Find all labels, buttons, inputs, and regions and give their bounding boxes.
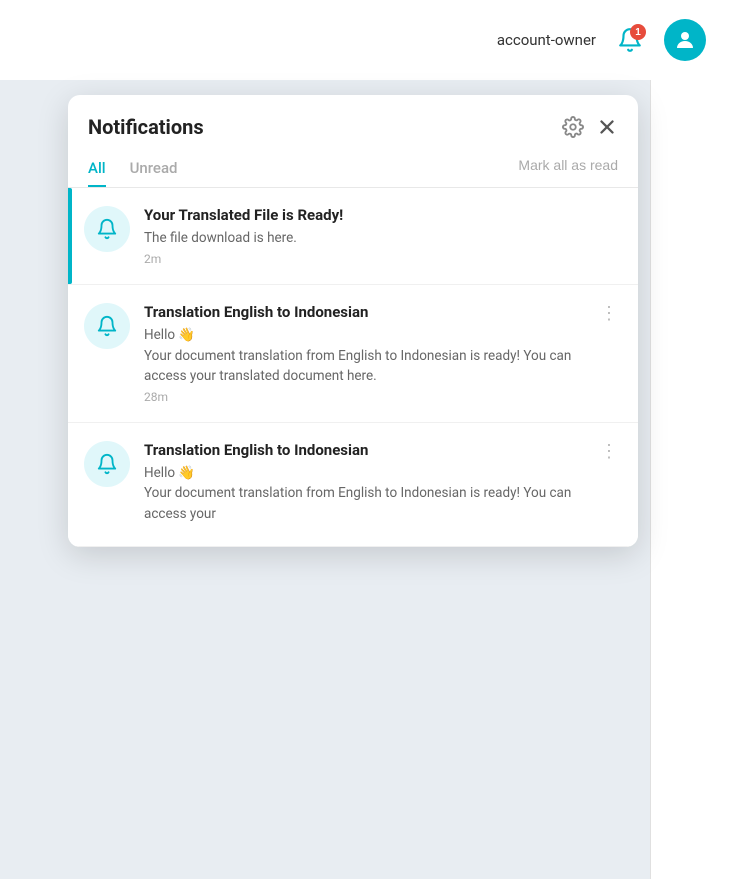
notif-title: Translation English to Indonesian [144, 441, 596, 459]
notif-icon-wrap [84, 303, 130, 349]
tab-unread[interactable]: Unread [130, 151, 178, 187]
notif-body: Hello 👋Your document translation from En… [144, 325, 596, 386]
notif-icon-wrap [84, 441, 130, 487]
bell-notification-icon [96, 315, 118, 337]
right-panel [650, 80, 730, 879]
tabs: All Unread Mark all as read [68, 139, 638, 188]
notifications-list[interactable]: Your Translated File is Ready! The file … [68, 188, 638, 547]
notification-item[interactable]: Translation English to Indonesian Hello … [68, 423, 638, 547]
account-name: account-owner [497, 31, 596, 49]
notif-icon-wrap [84, 206, 130, 252]
notification-badge: 1 [630, 24, 646, 40]
person-icon [673, 28, 697, 52]
bell-notification-icon [96, 218, 118, 240]
panel-title: Notifications [88, 115, 204, 139]
avatar-button[interactable] [664, 19, 706, 61]
tab-all[interactable]: All [88, 151, 106, 187]
notification-item[interactable]: Your Translated File is Ready! The file … [68, 188, 638, 285]
settings-button[interactable] [562, 116, 584, 138]
notif-body: The file download is here. [144, 228, 622, 248]
notif-time: 28m [144, 390, 596, 404]
bell-button[interactable]: 1 [612, 22, 648, 58]
panel-header: Notifications [68, 95, 638, 139]
notification-panel: Notifications All Unread Mark all as rea… [68, 95, 638, 547]
notif-title: Translation English to Indonesian [144, 303, 596, 321]
notif-menu-button[interactable]: ⋮ [596, 441, 622, 462]
close-icon [596, 116, 618, 138]
panel-header-icons [562, 116, 618, 138]
top-bar: account-owner 1 [0, 0, 730, 80]
notif-content: Translation English to Indonesian Hello … [144, 303, 596, 404]
notif-title: Your Translated File is Ready! [144, 206, 622, 224]
bell-notification-icon [96, 453, 118, 475]
notif-time: 2m [144, 252, 622, 266]
notification-item[interactable]: Translation English to Indonesian Hello … [68, 285, 638, 423]
mark-all-button[interactable]: Mark all as read [518, 157, 618, 181]
gear-icon [562, 116, 584, 138]
notif-menu-button[interactable]: ⋮ [596, 303, 622, 324]
notif-body: Hello 👋Your document translation from En… [144, 463, 596, 524]
notif-content: Your Translated File is Ready! The file … [144, 206, 622, 266]
close-button[interactable] [596, 116, 618, 138]
notif-content: Translation English to Indonesian Hello … [144, 441, 596, 528]
